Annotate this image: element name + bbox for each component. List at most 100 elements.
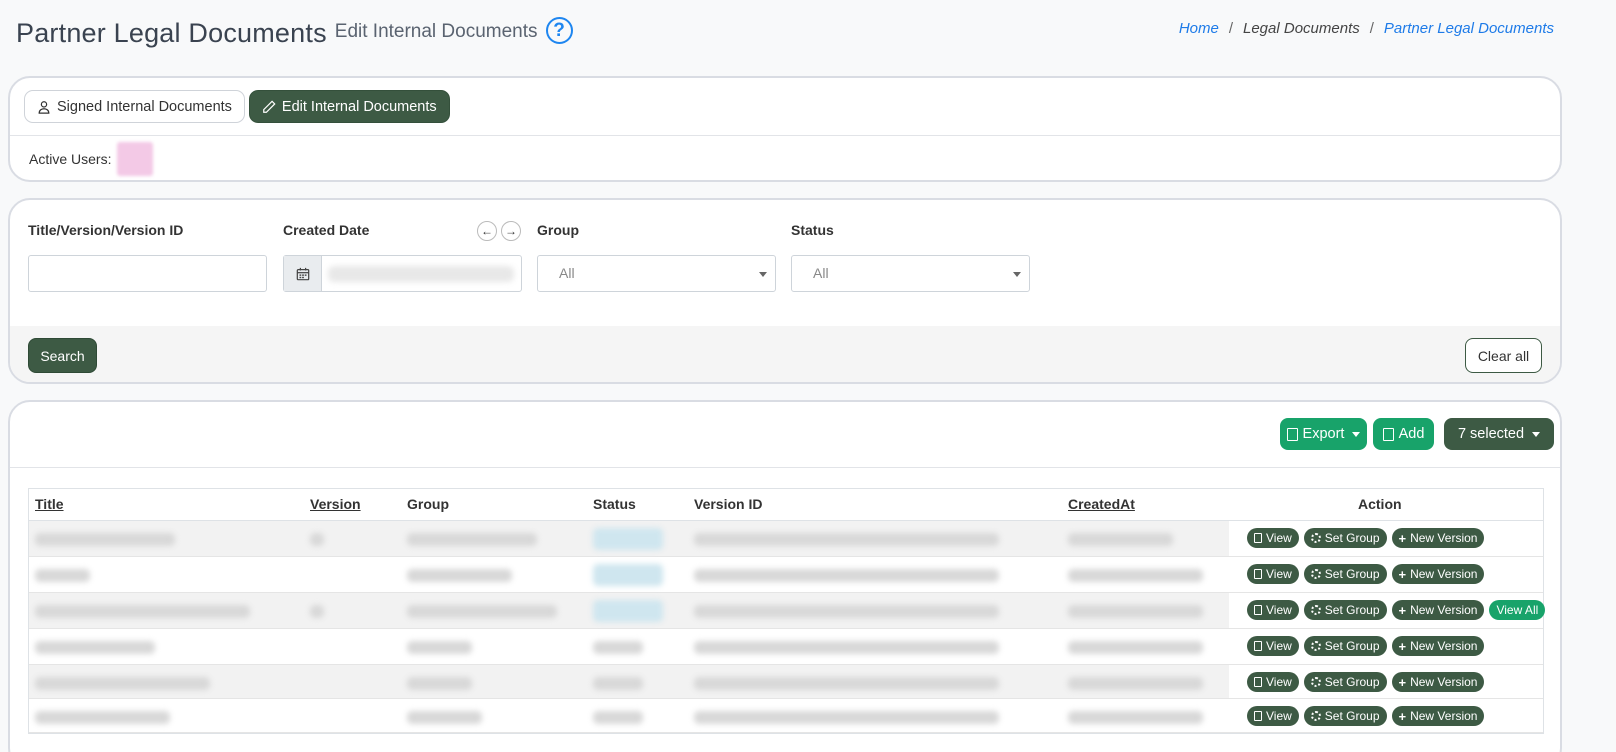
col-created-at[interactable]: CreatedAt: [1068, 496, 1135, 512]
row-cells-redacted: [29, 629, 1229, 664]
new-version-button[interactable]: + New Version: [1391, 706, 1485, 726]
title-filter-input[interactable]: [28, 255, 267, 292]
col-group: Group: [407, 496, 449, 512]
row-actions: View Set Group + New Version: [1247, 706, 1485, 726]
row-cells-redacted: [29, 521, 1229, 556]
row-actions: View Set Group + New Version: [1247, 636, 1485, 656]
new-version-button[interactable]: + New Version: [1391, 672, 1485, 692]
tabs-row: Signed Internal Documents Edit Internal …: [10, 78, 1560, 136]
gear-icon: [1310, 533, 1321, 543]
view-all-button[interactable]: View All: [1489, 600, 1546, 620]
table-row: View Set Group + New Version: [29, 629, 1543, 665]
tab-signed-internal-documents[interactable]: Signed Internal Documents: [24, 90, 245, 123]
file-plus-icon: [1382, 427, 1394, 441]
set-group-button[interactable]: Set Group: [1303, 600, 1387, 620]
row-actions: View Set Group + New Version View All: [1247, 600, 1546, 620]
documents-table: Title Version Group Status Version ID Cr…: [28, 488, 1546, 734]
gear-icon: [1310, 569, 1321, 579]
breadcrumb-legal-documents: Legal Documents: [1243, 20, 1360, 37]
view-button[interactable]: View: [1247, 636, 1299, 656]
group-filter-value: All: [559, 265, 575, 281]
filter-card: Title/Version/Version ID Created Date ← …: [8, 198, 1562, 384]
gear-icon: [1310, 711, 1321, 721]
table-row: View Set Group + New Version View All: [29, 593, 1546, 629]
chevron-down-icon: [1013, 272, 1021, 277]
row-cells-redacted: [29, 665, 1229, 698]
table-row: View Set Group + New Version: [29, 521, 1543, 557]
gear-icon: [1310, 641, 1321, 651]
new-version-button[interactable]: + New Version: [1391, 636, 1485, 656]
active-users-label: Active Users:: [29, 151, 112, 167]
calendar-icon[interactable]: [284, 256, 322, 291]
new-version-button[interactable]: + New Version: [1391, 564, 1485, 584]
group-filter-label: Group: [537, 222, 579, 238]
view-button[interactable]: View: [1247, 528, 1299, 548]
set-group-button[interactable]: Set Group: [1303, 672, 1387, 692]
caret-down-icon: [1532, 431, 1541, 437]
row-actions: View Set Group + New Version: [1247, 672, 1485, 692]
prev-date-button[interactable]: ←: [477, 221, 497, 241]
tab-label: Signed Internal Documents: [57, 98, 232, 115]
file-icon: [1254, 533, 1262, 543]
chevron-down-icon: [759, 272, 767, 277]
col-status: Status: [593, 496, 636, 512]
page-subtitle: Edit Internal Documents: [334, 20, 538, 42]
breadcrumb-current[interactable]: Partner Legal Documents: [1384, 20, 1554, 37]
file-icon: [1254, 641, 1262, 651]
set-group-button[interactable]: Set Group: [1303, 636, 1387, 656]
breadcrumb-home[interactable]: Home: [1179, 20, 1219, 37]
page-title: Partner Legal Documents: [16, 18, 327, 48]
table-row: View Set Group + New Version: [29, 665, 1543, 699]
row-actions: View Set Group + New Version: [1247, 528, 1485, 548]
tab-edit-internal-documents[interactable]: Edit Internal Documents: [248, 90, 450, 123]
plus-icon: +: [1398, 566, 1407, 582]
table-toolbar: Export Add 7 selected: [10, 402, 1560, 468]
new-version-button[interactable]: + New Version: [1391, 600, 1485, 620]
gear-icon: [1310, 605, 1321, 615]
set-group-button[interactable]: Set Group: [1303, 706, 1387, 726]
table-row: View Set Group + New Version: [29, 557, 1543, 593]
status-filter-select[interactable]: All: [791, 255, 1030, 292]
set-group-button[interactable]: Set Group: [1303, 528, 1387, 548]
view-button[interactable]: View: [1247, 564, 1299, 584]
plus-icon: +: [1398, 602, 1407, 618]
filter-footer: Search Clear all: [10, 326, 1560, 382]
export-button[interactable]: Export: [1280, 418, 1367, 450]
col-version[interactable]: Version: [310, 496, 361, 512]
page-header: Partner Legal Documents Edit Internal Do…: [16, 17, 573, 49]
file-icon: [1254, 569, 1262, 579]
help-icon[interactable]: ?: [545, 17, 573, 44]
group-filter-select[interactable]: All: [537, 255, 776, 292]
pencil-icon: [263, 99, 276, 113]
breadcrumb-separator: /: [1228, 20, 1233, 37]
file-icon: [1254, 711, 1262, 721]
avatar: [117, 142, 154, 176]
status-filter-label: Status: [791, 222, 834, 238]
next-date-button[interactable]: →: [501, 221, 521, 241]
breadcrumb-separator: /: [1369, 20, 1374, 37]
col-action: Action: [1358, 496, 1402, 512]
view-button[interactable]: View: [1247, 600, 1299, 620]
documents-table-card: Export Add 7 selected Title Version Grou…: [8, 400, 1562, 752]
set-group-button[interactable]: Set Group: [1303, 564, 1387, 584]
column-selector-button[interactable]: 7 selected: [1444, 418, 1554, 450]
created-date-input[interactable]: [283, 255, 522, 292]
gear-icon: [1310, 677, 1321, 687]
add-label: Add: [1398, 426, 1425, 442]
row-cells-redacted: [29, 557, 1229, 592]
search-button[interactable]: Search: [28, 338, 97, 373]
new-version-button[interactable]: + New Version: [1391, 528, 1485, 548]
view-button[interactable]: View: [1247, 706, 1299, 726]
user-icon: [38, 100, 50, 114]
table-row: View Set Group + New Version: [29, 699, 1543, 733]
add-button[interactable]: Add: [1373, 418, 1434, 450]
col-title[interactable]: Title: [35, 496, 64, 512]
col-version-id: Version ID: [694, 496, 763, 512]
tab-label: Edit Internal Documents: [281, 98, 437, 115]
selected-count-label: 7 selected: [1457, 426, 1525, 442]
view-button[interactable]: View: [1247, 672, 1299, 692]
date-range-value: [328, 266, 514, 282]
breadcrumb: Home / Legal Documents / Partner Legal D…: [1179, 20, 1554, 37]
tabs-card: Signed Internal Documents Edit Internal …: [8, 76, 1562, 182]
clear-all-button[interactable]: Clear all: [1465, 338, 1542, 373]
